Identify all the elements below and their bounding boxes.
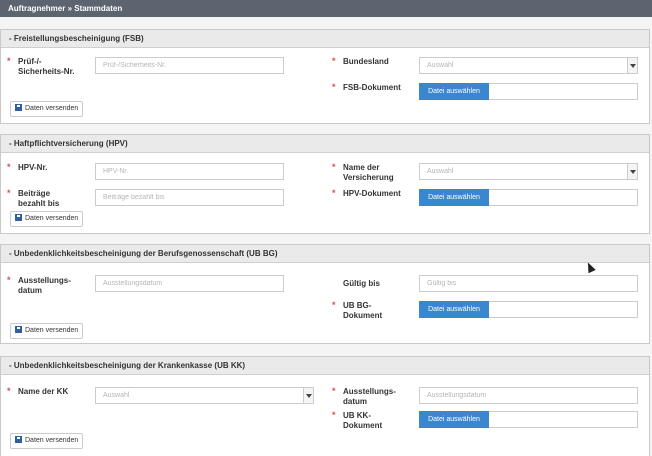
panel-fsb: - Freistellungsbescheinigung (FSB) * Prü… — [0, 29, 650, 124]
pruef-input[interactable] — [95, 57, 284, 74]
ausstellung-kk-label: Ausstellungs- datum — [343, 387, 396, 406]
kk-select[interactable]: Auswahl — [95, 387, 314, 404]
required-marker: * — [7, 386, 11, 396]
send-button-hpv[interactable]: Daten versenden — [10, 211, 84, 227]
chevron-down-icon[interactable] — [303, 388, 313, 403]
send-button-ubbg[interactable]: Daten versenden — [10, 323, 84, 339]
send-button-fsb[interactable]: Daten versenden — [10, 101, 84, 117]
ausstellung-input[interactable] — [95, 275, 284, 292]
panel-title-hpv[interactable]: - Haftpflichtversicherung (HPV) — [1, 135, 649, 153]
kk-value: Auswahl — [103, 392, 130, 399]
bundesland-label: Bundesland — [343, 57, 389, 66]
required-marker: * — [332, 410, 336, 420]
versicherung-select[interactable]: Auswahl — [419, 163, 638, 180]
required-marker: * — [7, 275, 11, 285]
versicherung-label: Name der Versicherung — [343, 163, 394, 182]
panel-title-ubkk[interactable]: - Unbedenklichkeitsbescheinigung der Kra… — [1, 357, 649, 375]
required-marker: * — [332, 188, 336, 198]
chevron-down-icon[interactable] — [627, 164, 637, 179]
gueltig-input[interactable] — [419, 275, 638, 292]
required-marker: * — [332, 56, 336, 66]
file-choose-button[interactable]: Datei auswählen — [419, 83, 489, 100]
file-choose-button[interactable]: Datei auswählen — [419, 411, 489, 428]
save-icon — [15, 214, 22, 221]
file-choose-button[interactable]: Datei auswählen — [419, 301, 489, 318]
kk-label: Name der KK — [18, 387, 69, 396]
hpv-nr-label: HPV-Nr. — [18, 163, 48, 172]
pruef-label: Prüf-/- Sicherheits-Nr. — [18, 57, 75, 76]
send-button-label: Daten versenden — [25, 105, 79, 112]
required-marker: * — [332, 300, 336, 310]
beitraege-input[interactable] — [95, 189, 284, 206]
chevron-down-icon[interactable] — [627, 58, 637, 73]
save-icon — [15, 326, 22, 333]
panel-hpv: - Haftpflichtversicherung (HPV) * HPV-Nr… — [0, 134, 650, 234]
send-button-ubkk[interactable]: Daten versenden — [10, 433, 84, 449]
file-choose-button[interactable]: Datei auswählen — [419, 189, 489, 206]
save-icon — [15, 436, 22, 443]
ubbg-file-input[interactable]: Datei auswählen — [419, 301, 638, 318]
ubkk-doc-label: UB KK-Dokument — [343, 411, 383, 430]
versicherung-value: Auswahl — [427, 168, 454, 175]
hpv-file-input[interactable]: Datei auswählen — [419, 189, 638, 206]
send-button-label: Daten versenden — [25, 327, 79, 334]
panel-title-fsb[interactable]: - Freistellungsbescheinigung (FSB) — [1, 30, 649, 48]
gueltig-label: Gültig bis — [343, 279, 380, 288]
hpv-nr-input[interactable] — [95, 163, 284, 180]
panel-ubkk: - Unbedenklichkeitsbescheinigung der Kra… — [0, 356, 650, 456]
bundesland-select[interactable]: Auswahl — [419, 57, 638, 74]
required-marker: * — [7, 162, 11, 172]
required-marker: * — [7, 56, 11, 66]
required-marker: * — [332, 82, 336, 92]
save-icon — [15, 104, 22, 111]
beitraege-label: Beiträge bezahlt bis — [18, 189, 60, 208]
fsb-doc-label: FSB-Dokument — [343, 83, 401, 92]
ubbg-doc-label: UB BG-Dokument — [343, 301, 383, 320]
bundesland-value: Auswahl — [427, 62, 454, 69]
breadcrumb: Auftragnehmer » Stammdaten — [0, 0, 652, 17]
panel-title-ubbg[interactable]: - Unbedenklichkeitsbescheinigung der Ber… — [1, 245, 649, 263]
required-marker: * — [332, 386, 336, 396]
required-marker: * — [332, 162, 336, 172]
fsb-file-input[interactable]: Datei auswählen — [419, 83, 638, 100]
send-button-label: Daten versenden — [25, 437, 79, 444]
hpv-doc-label: HPV-Dokument — [343, 189, 401, 198]
required-marker: * — [7, 188, 11, 198]
ubkk-file-input[interactable]: Datei auswählen — [419, 411, 638, 428]
ausstellung-kk-input[interactable] — [419, 387, 638, 404]
send-button-label: Daten versenden — [25, 215, 79, 222]
panel-ubbg: - Unbedenklichkeitsbescheinigung der Ber… — [0, 244, 650, 344]
ausstellung-label: Ausstellungs- datum — [18, 276, 71, 295]
